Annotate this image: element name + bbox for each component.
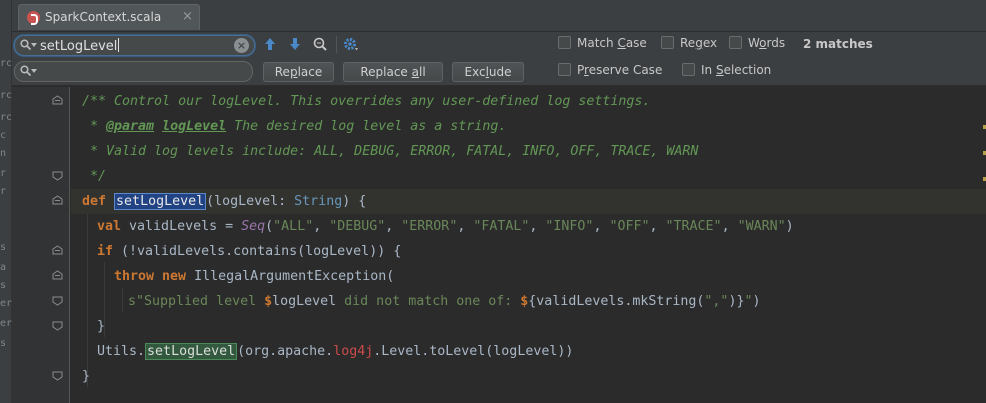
fold-collapse-icon[interactable] — [52, 195, 63, 206]
code-line-1[interactable]: /** Control our logLevel. This overrides… — [71, 89, 986, 114]
project-tree-fragment: c — [0, 130, 7, 141]
code-line-6[interactable]: val validLevels = Seq("ALL", "DEBUG", "E… — [71, 214, 986, 239]
fold-end-icon[interactable] — [52, 320, 63, 331]
tab-label: SparkContext.scala — [45, 10, 162, 24]
search-history-chevron-down-icon[interactable] — [31, 43, 37, 47]
project-tree-fragment: a — [0, 262, 7, 273]
project-tree-fragment: r — [0, 168, 7, 179]
find-all-occurrences-icon[interactable] — [312, 36, 328, 52]
scala-file-icon — [27, 11, 40, 25]
project-tree-fragment: n — [0, 148, 7, 159]
code-line-12[interactable]: } — [71, 364, 986, 389]
fold-collapse-icon[interactable] — [52, 95, 63, 106]
fold-end-icon[interactable] — [52, 170, 63, 181]
code-line-11[interactable]: Utils. setLogLevel (org.apache.log4j.Level… — [71, 339, 986, 364]
project-tree-fragment: r — [0, 186, 7, 197]
project-tree-fragment: rc — [0, 90, 12, 101]
code-line-4[interactable]: */ — [71, 164, 986, 189]
settings-gear-icon[interactable] — [343, 36, 359, 52]
fold-collapse-icon[interactable] — [52, 245, 63, 256]
replace-input[interactable] — [14, 61, 253, 82]
match-case-checkbox[interactable]: Match Case — [558, 36, 647, 52]
code-line-2[interactable]: * @param logLevel The desired log level … — [71, 114, 986, 139]
next-occurrence-arrow-down-icon[interactable] — [287, 36, 303, 52]
search-icon[interactable] — [20, 65, 31, 76]
exclude-button[interactable]: Exclude — [452, 62, 524, 82]
search-input[interactable]: setLogLevel × — [14, 35, 255, 56]
search-match[interactable]: setLogLevel — [145, 343, 238, 360]
replace-history-chevron-down-icon[interactable] — [31, 69, 37, 73]
fold-end-icon[interactable] — [52, 295, 63, 306]
match-count: 2 matches — [803, 37, 873, 51]
tab-sparkcontext-scala[interactable]: SparkContext.scala × — [18, 4, 200, 30]
project-panel-edge[interactable]: rc rc rc c n r r s a s er er s — [0, 0, 12, 403]
code-line-3[interactable]: * Valid log levels include: ALL, DEBUG, … — [71, 139, 986, 164]
previous-occurrence-arrow-up-icon[interactable] — [262, 36, 278, 52]
in-selection-checkbox[interactable]: In Selection — [682, 63, 771, 79]
code-line-7[interactable]: if (!validLevels.contains(logLevel)) { — [71, 239, 986, 264]
code-line-10[interactable]: } — [71, 314, 986, 339]
fold-collapse-icon[interactable] — [52, 270, 63, 281]
replace-all-button[interactable]: Replace all — [343, 62, 443, 82]
fold-end-icon[interactable] — [52, 370, 63, 381]
search-input-value: setLogLevel — [40, 39, 118, 54]
project-tree-fragment: s — [0, 242, 7, 253]
project-tree-fragment: s — [0, 280, 7, 291]
toolbar-divider — [336, 36, 337, 53]
code-editor[interactable]: /** Control our logLevel. This overrides… — [12, 87, 986, 403]
search-match-selected[interactable]: setLogLevel — [114, 193, 207, 210]
words-checkbox[interactable]: Words — [729, 36, 785, 52]
close-icon[interactable]: × — [182, 9, 193, 24]
editor-tab-bar: SparkContext.scala × — [12, 0, 986, 32]
project-tree-fragment: s — [0, 338, 7, 349]
replace-button[interactable]: Replace — [263, 62, 334, 82]
editor-gutter[interactable] — [12, 87, 70, 403]
search-icon[interactable] — [20, 39, 31, 50]
preserve-case-checkbox[interactable]: Preserve Case — [558, 63, 662, 79]
clear-search-icon[interactable]: × — [234, 38, 249, 53]
code-line-9[interactable]: s"Supplied level $logLevel did not match… — [71, 289, 986, 314]
code-line-8[interactable]: throw new IllegalArgumentException( — [71, 264, 986, 289]
regex-checkbox[interactable]: Regex — [661, 36, 717, 52]
project-tree-fragment: er — [0, 318, 12, 329]
project-tree-fragment: er — [0, 298, 12, 309]
project-tree-fragment: rc — [0, 58, 12, 69]
code-line-5[interactable]: def setLogLevel (logLevel: String) { — [71, 189, 986, 214]
project-tree-fragment: rc — [0, 112, 12, 123]
code-lines[interactable]: /** Control our logLevel. This overrides… — [71, 87, 986, 403]
